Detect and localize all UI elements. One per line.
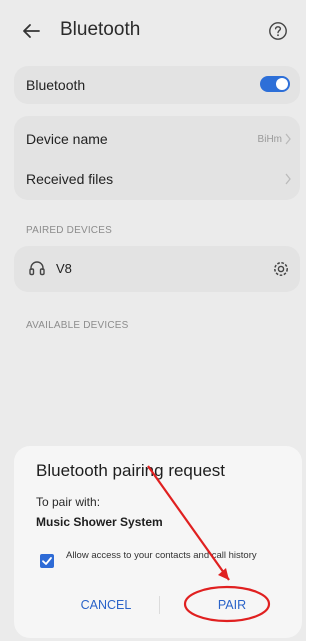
arrow-left-icon	[23, 24, 40, 38]
device-name-row[interactable]: Device name BiHm	[14, 120, 300, 158]
pairing-request-dialog: Bluetooth pairing request To pair with: …	[14, 446, 302, 638]
checkmark-icon	[42, 557, 52, 565]
headphones-icon	[29, 261, 45, 276]
contacts-access-checkbox[interactable]	[40, 554, 54, 568]
switch-knob	[276, 78, 288, 90]
received-files-label: Received files	[26, 171, 114, 187]
available-devices-header: AVAILABLE DEVICES	[26, 320, 129, 331]
help-button[interactable]	[268, 21, 288, 41]
page-title: Bluetooth	[60, 19, 141, 40]
paired-device-v8[interactable]: V8	[56, 261, 72, 276]
button-divider	[159, 596, 160, 614]
dialog-title: Bluetooth pairing request	[36, 461, 226, 480]
received-files-row[interactable]: Received files	[14, 160, 300, 198]
app-bar: Bluetooth	[0, 0, 306, 62]
paired-devices-header: PAIRED DEVICES	[26, 225, 112, 236]
pair-button[interactable]: PAIR	[210, 598, 254, 612]
gear-icon[interactable]	[272, 260, 290, 278]
chevron-right-icon	[285, 173, 291, 185]
dialog-device-name: Music Shower System	[36, 515, 163, 529]
bluetooth-switch[interactable]	[260, 76, 290, 92]
bluetooth-toggle-label: Bluetooth	[26, 77, 86, 93]
question-circle-icon	[269, 22, 287, 40]
chevron-right-icon	[285, 133, 291, 145]
contacts-access-label: Allow access to your contacts and call h…	[66, 550, 257, 561]
device-settings-card: Device name BiHm Received files	[14, 116, 300, 200]
cancel-button[interactable]: CANCEL	[66, 598, 146, 612]
back-button[interactable]	[20, 20, 42, 42]
dialog-subtitle: To pair with:	[36, 495, 101, 509]
bluetooth-toggle-card: Bluetooth	[14, 66, 300, 104]
bluetooth-settings-screen: Bluetooth Bluetooth Device name BiHm Rec	[0, 0, 306, 641]
bluetooth-toggle-row[interactable]: Bluetooth	[14, 66, 300, 104]
device-name-label: Device name	[26, 131, 108, 147]
device-name-value: BiHm	[257, 133, 282, 145]
